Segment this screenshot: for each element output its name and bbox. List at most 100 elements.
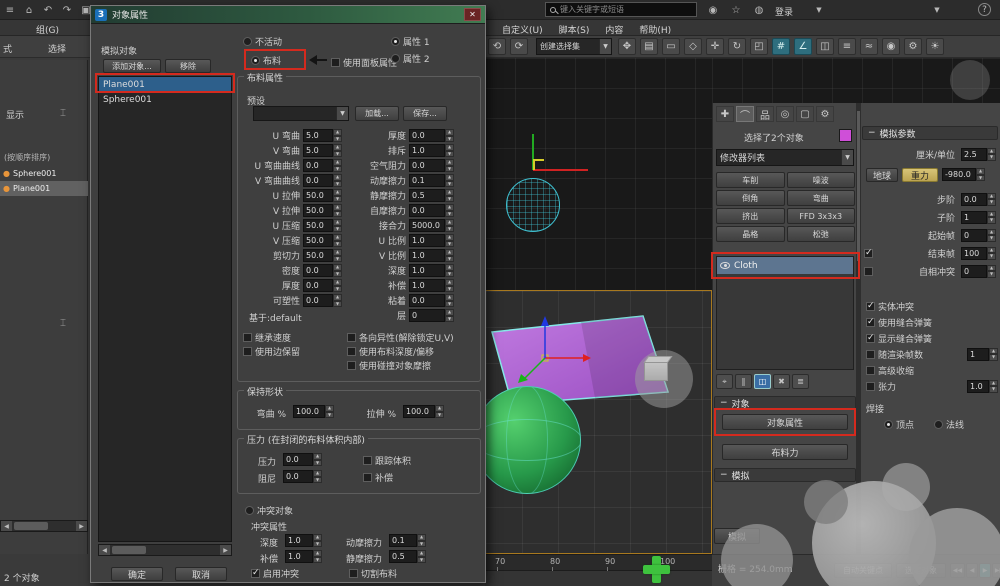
spinner-down-icon[interactable]: ▼	[333, 225, 342, 232]
create-tab-icon[interactable]: ✚	[716, 106, 734, 122]
spinner-arrows[interactable]: ▲ ▼	[333, 234, 342, 247]
rotate-icon[interactable]: ↻	[728, 38, 746, 55]
spinner-down-icon[interactable]: ▼	[445, 150, 454, 157]
spinner-arrows[interactable]: ▲ ▼	[333, 174, 342, 187]
render-setup-icon[interactable]: ⚙	[904, 38, 922, 55]
spinner[interactable]: 100.0 ▲ ▼	[293, 405, 334, 418]
prev-frame-icon[interactable]: ◀◀	[950, 563, 965, 578]
redo-icon[interactable]: ⟳	[510, 38, 528, 55]
object-rollout-header[interactable]: − 对象	[714, 396, 856, 410]
menu-content[interactable]: 内容	[605, 23, 623, 36]
spinner[interactable]: 5.0 ▲ ▼	[303, 144, 342, 157]
spinner-arrows[interactable]: ▲ ▼	[333, 129, 342, 142]
save-button[interactable]: 保存...	[403, 106, 447, 121]
app-toolbar-icon[interactable]: ↶	[41, 3, 55, 17]
spinner-arrows[interactable]: ▲ ▼	[976, 168, 985, 181]
app-toolbar-icon[interactable]: ≡	[3, 3, 17, 17]
spinner[interactable]: 1 ▲ ▼	[967, 347, 998, 361]
spinner-down-icon[interactable]: ▼	[989, 354, 998, 361]
spinner[interactable]: 0.0 ▲ ▼	[283, 470, 322, 483]
spinner-arrows[interactable]: ▲ ▼	[989, 379, 998, 393]
chevron-down-icon[interactable]: ▼	[599, 39, 611, 54]
spinner[interactable]: 0.1 ▲ ▼	[409, 174, 454, 187]
spinner-value[interactable]: 2.5	[961, 147, 987, 161]
spinner-arrows[interactable]: ▲ ▼	[445, 219, 454, 232]
cloth-radio[interactable]: 布料	[251, 54, 281, 67]
display-header[interactable]: 显示	[6, 108, 24, 121]
user-icon[interactable]: ◉	[706, 3, 720, 17]
spinner-value[interactable]: 0.0	[303, 174, 333, 187]
spinner-down-icon[interactable]: ▼	[989, 386, 998, 393]
spinner-value[interactable]: 50.0	[303, 249, 333, 262]
checkbox-icon[interactable]	[866, 317, 875, 327]
spinner[interactable]: 50.0 ▲ ▼	[303, 249, 342, 262]
spinner[interactable]: 0.1 ▲ ▼	[389, 534, 426, 547]
spinner[interactable]: 100.0 ▲ ▼	[403, 405, 444, 418]
spinner-value[interactable]: 1.0	[285, 550, 313, 563]
cut-cloth-checkbox[interactable]: 切割布料	[349, 567, 397, 580]
checkbox-icon[interactable]	[866, 381, 875, 391]
spinner-down-icon[interactable]: ▼	[987, 271, 996, 278]
spinner[interactable]: 0.0 ▲ ▼	[283, 453, 322, 466]
spinner[interactable]: 1.0 ▲ ▼	[409, 144, 454, 157]
checkbox-icon[interactable]	[866, 349, 875, 359]
spinner-arrows[interactable]: ▲ ▼	[333, 204, 342, 217]
spinner-down-icon[interactable]: ▼	[445, 210, 454, 217]
spinner-value[interactable]: 1.0	[967, 379, 989, 393]
spinner-down-icon[interactable]: ▼	[445, 300, 454, 307]
spinner-arrows[interactable]: ▲ ▼	[333, 159, 342, 172]
scale-icon[interactable]: ◰	[750, 38, 768, 55]
spinner-arrows[interactable]: ▲ ▼	[313, 453, 322, 466]
login-button[interactable]: 登录	[775, 5, 793, 18]
select-object-icon[interactable]: ✥	[618, 38, 636, 55]
spinner-down-icon[interactable]: ▼	[987, 235, 996, 242]
search-input[interactable]: 键入关键字或短语	[560, 4, 624, 15]
stack-item-cloth[interactable]: Cloth	[717, 257, 853, 274]
spinner-down-icon[interactable]: ▼	[445, 180, 454, 187]
spinner-arrows[interactable]: ▲ ▼	[989, 347, 998, 361]
spinner-value[interactable]: 100	[961, 246, 987, 260]
spinner-value[interactable]: 50.0	[303, 219, 333, 232]
modifier-stack[interactable]: Cloth	[716, 256, 854, 370]
modifier-button[interactable]: 车削	[716, 172, 785, 188]
search-box[interactable]: 键入关键字或短语	[545, 2, 697, 17]
spinner-value[interactable]: 0.0	[283, 470, 313, 483]
spinner[interactable]: 100 ▲ ▼	[961, 246, 996, 260]
menu-customize[interactable]: 自定义(U)	[502, 23, 543, 36]
scroll-left-icon[interactable]: ◀	[99, 545, 110, 555]
spinner-down-icon[interactable]: ▼	[333, 195, 342, 202]
spinner-value[interactable]: 0	[961, 264, 987, 278]
spinner[interactable]: 0.0 ▲ ▼	[961, 192, 996, 206]
spinner-value[interactable]: 0.0	[303, 159, 333, 172]
modify-tab-icon[interactable]: ⌒	[736, 106, 754, 122]
object-list-item[interactable]: Sphere001	[99, 92, 231, 107]
cloth-checkbox[interactable]: 使用碰撞对象摩擦	[347, 359, 431, 372]
spinner-down-icon[interactable]: ▼	[445, 240, 454, 247]
collision-object-radio[interactable]: 冲突对象	[245, 504, 293, 517]
track-bar[interactable]	[485, 571, 712, 586]
cloth-checkbox[interactable]: 使用边保留	[243, 345, 347, 358]
spinner[interactable]: 5000.0 ▲ ▼	[409, 219, 454, 232]
spinner[interactable]: 1.0 ▲ ▼	[409, 279, 454, 292]
spinner-value[interactable]: 0.0	[303, 294, 333, 307]
spinner-down-icon[interactable]: ▼	[445, 255, 454, 262]
checkbox-icon[interactable]	[864, 248, 873, 258]
spinner[interactable]: 50.0 ▲ ▼	[303, 234, 342, 247]
simulate-button[interactable]: 模拟	[714, 528, 760, 544]
spinner-value[interactable]: 0.0	[409, 159, 445, 172]
modifier-button[interactable]: 晶格	[716, 226, 785, 242]
spinner-arrows[interactable]: ▲ ▼	[445, 144, 454, 157]
spinner[interactable]: 50.0 ▲ ▼	[303, 189, 342, 202]
app-toolbar-icon[interactable]: ↷	[60, 3, 74, 17]
spinner-down-icon[interactable]: ▼	[333, 150, 342, 157]
spinner-down-icon[interactable]: ▼	[333, 270, 342, 277]
simulation-object-list[interactable]: Plane001 Sphere001	[98, 76, 232, 542]
spinner[interactable]: 0.0 ▲ ▼	[303, 174, 342, 187]
pin-stack-icon[interactable]: ⌖	[716, 374, 733, 389]
cancel-button[interactable]: 取消	[175, 567, 227, 581]
spinner-arrows[interactable]: ▲ ▼	[445, 249, 454, 262]
spinner-value[interactable]: 1	[961, 210, 987, 224]
spinner-value[interactable]: 0.5	[409, 189, 445, 202]
spinner-down-icon[interactable]: ▼	[987, 199, 996, 206]
spinner-down-icon[interactable]: ▼	[445, 195, 454, 202]
